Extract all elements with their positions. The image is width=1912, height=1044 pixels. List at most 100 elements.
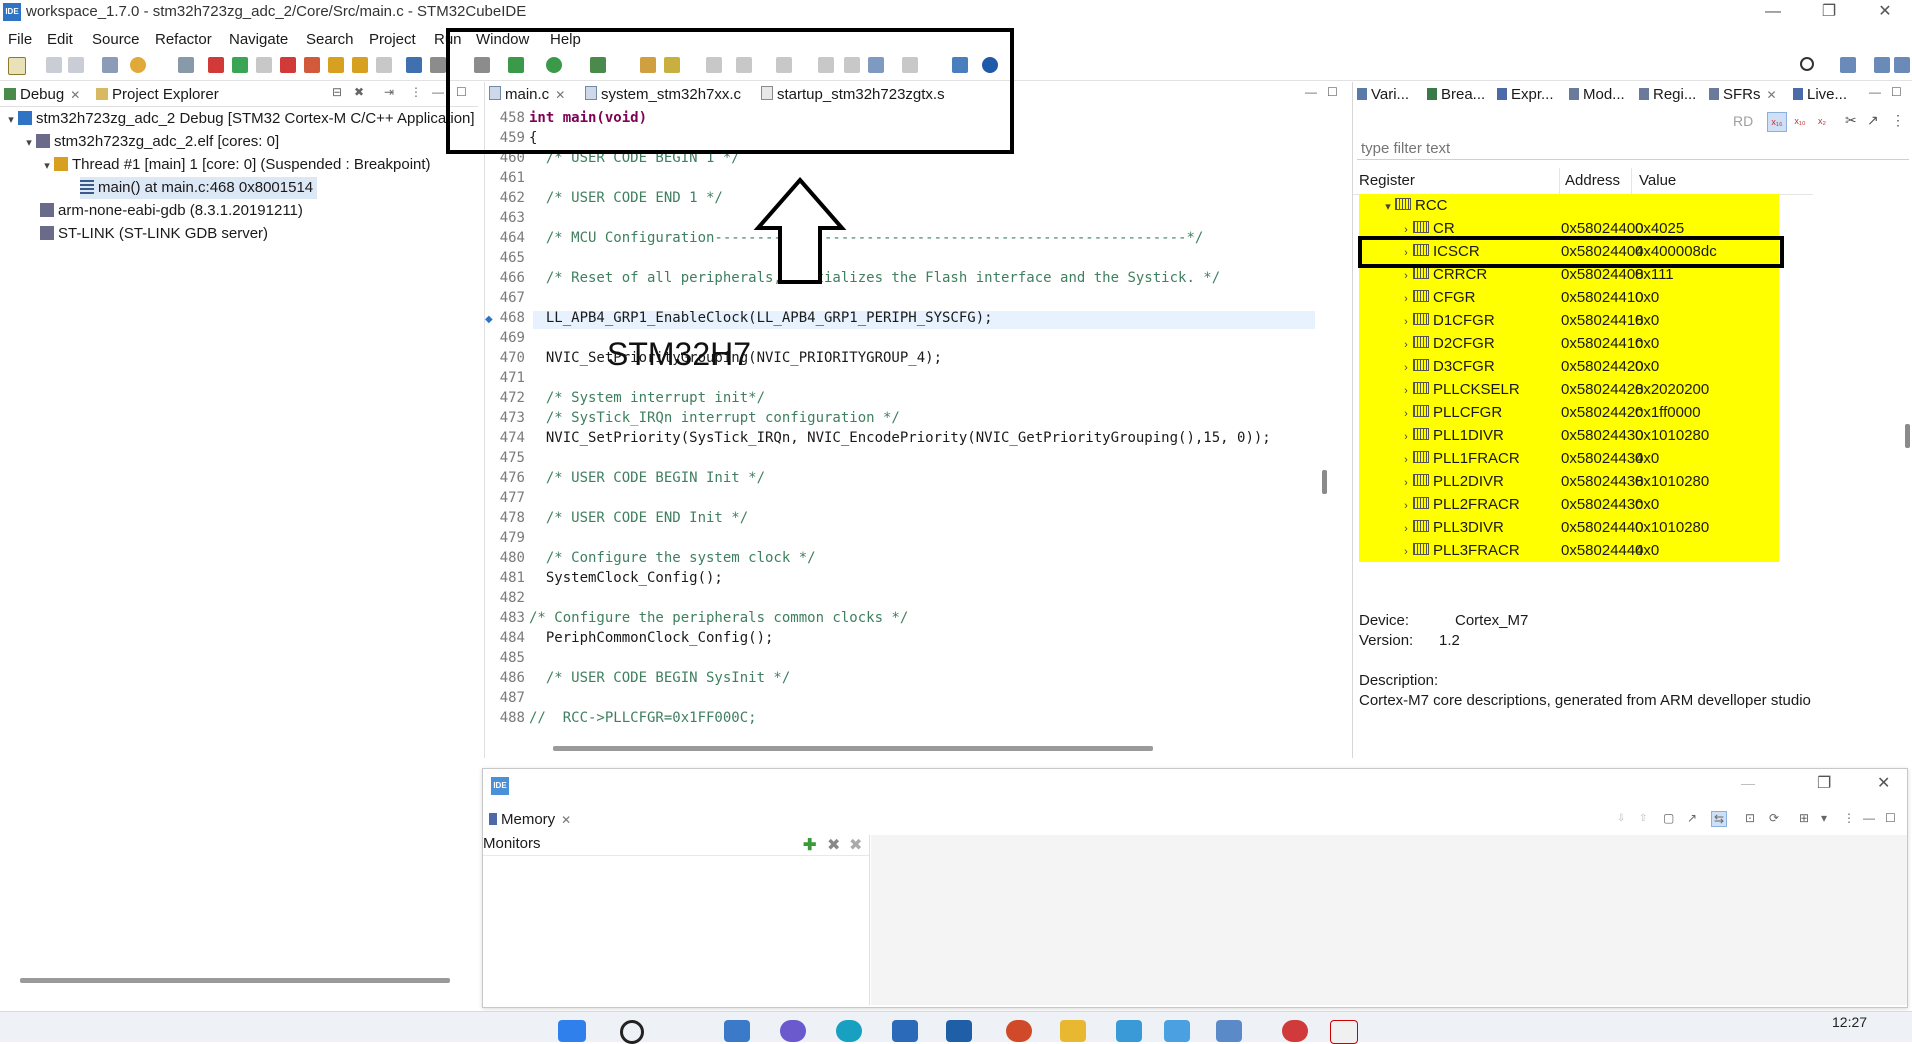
start-icon[interactable]	[558, 1020, 586, 1042]
close-icon[interactable]: ✕	[561, 813, 571, 827]
export-icon[interactable]: ⇧	[1639, 813, 1647, 824]
maximize-view-icon[interactable]: ☐	[1885, 811, 1896, 825]
toggle-split-icon[interactable]: ⊡	[1745, 811, 1755, 825]
chevron-down-icon[interactable]: ▾	[40, 155, 54, 177]
add-monitor-icon[interactable]: ✚	[803, 835, 816, 855]
scroll-thumb[interactable]	[1905, 424, 1910, 448]
sfr-row[interactable]: › PLLCFGR 0x5802442c 0x1ff0000	[1359, 401, 1779, 424]
terminate-icon[interactable]	[280, 57, 296, 73]
chevron-down-icon[interactable]: ▾	[4, 109, 18, 131]
minimize-view-icon[interactable]: —	[1305, 85, 1317, 99]
menu-search[interactable]: Search	[306, 31, 354, 48]
view-menu-icon[interactable]: ⋮	[1843, 811, 1855, 825]
instruction-stepping-icon[interactable]	[406, 57, 422, 73]
tree-item-thread[interactable]: ▾ Thread #1 [main] 1 [core: 0] (Suspended…	[40, 154, 430, 177]
skip-breakpoints-icon[interactable]	[178, 57, 194, 73]
export-icon[interactable]: ↗	[1867, 112, 1879, 129]
open-new-view-icon[interactable]: ↗	[1687, 811, 1697, 825]
sfr-row[interactable]: › PLL1DIVR 0x58024430 0x1010280	[1359, 424, 1779, 447]
new-icon[interactable]	[8, 57, 26, 75]
close-icon[interactable]: ✕	[1767, 88, 1777, 102]
edge-icon[interactable]	[836, 1020, 862, 1042]
menu-refactor[interactable]: Refactor	[155, 31, 212, 48]
chevron-right-icon[interactable]: ›	[1399, 449, 1413, 472]
minimize-view-icon[interactable]: —	[1869, 85, 1881, 99]
filter-input[interactable]	[1357, 138, 1909, 160]
chevron-down-icon[interactable]: ▾	[22, 132, 36, 154]
resume-icon[interactable]	[232, 57, 248, 73]
terminate-relaunch-icon[interactable]	[208, 57, 224, 73]
chevron-right-icon[interactable]: ›	[1399, 334, 1413, 357]
build-icon[interactable]	[102, 57, 118, 73]
tree-item-gdb[interactable]: arm-none-eabi-gdb (8.3.1.20191211)	[40, 200, 303, 222]
cpp-perspective-icon[interactable]	[1894, 57, 1910, 73]
sfr-row[interactable]: › D3CFGR 0x58024420 0x0	[1359, 355, 1779, 378]
vertical-scrollbar[interactable]	[1903, 172, 1911, 552]
link-icon[interactable]: ⇆	[1711, 811, 1728, 827]
import-icon[interactable]: ⇩	[1617, 813, 1625, 824]
chevron-right-icon[interactable]: ›	[1399, 495, 1413, 518]
menu-source[interactable]: Source	[92, 31, 140, 48]
view-menu-icon[interactable]: ⋮	[1891, 112, 1905, 129]
chevron-right-icon[interactable]: ›	[1399, 311, 1413, 334]
search-icon[interactable]	[620, 1020, 644, 1044]
store-icon[interactable]	[892, 1020, 918, 1042]
minimize-view-icon[interactable]: —	[432, 85, 444, 99]
tab-variables[interactable]: Vari...	[1357, 86, 1409, 103]
chevron-right-icon[interactable]: ›	[1399, 518, 1413, 541]
tree-item-stlink[interactable]: ST-LINK (ST-LINK GDB server)	[40, 223, 268, 245]
restore-button[interactable]: ❐	[1806, 0, 1852, 26]
close-icon[interactable]: ✕	[70, 88, 80, 102]
maximize-view-icon[interactable]: ☐	[1327, 85, 1338, 99]
mail-icon[interactable]	[946, 1020, 972, 1042]
sfr-group-row[interactable]: ▾ RCC	[1359, 194, 1779, 217]
chevron-right-icon[interactable]: ›	[1399, 426, 1413, 449]
restore-button[interactable]: ❐	[1817, 773, 1831, 793]
dec-format-icon[interactable]: x₁₀	[1791, 112, 1809, 130]
save-all-icon[interactable]	[68, 57, 84, 73]
teams-icon[interactable]	[780, 1020, 806, 1042]
col-value[interactable]: Value	[1639, 168, 1676, 194]
code-area[interactable]: ◆ 458 int main(void) 459{ 460 /* USER COD…	[485, 108, 1315, 734]
refresh-icon[interactable]: ⟳	[1769, 811, 1779, 825]
col-address[interactable]: Address	[1565, 168, 1620, 194]
taskview-icon[interactable]	[724, 1020, 750, 1042]
tab-expressions[interactable]: Expr...	[1497, 86, 1554, 103]
sfr-row[interactable]: › PLL2DIVR 0x58024438 0x1010280	[1359, 470, 1779, 493]
hex-format-icon[interactable]: x₁₆	[1767, 112, 1787, 132]
step-into-icon[interactable]	[328, 57, 344, 73]
menu-project[interactable]: Project	[369, 31, 416, 48]
remove-terminated-icon[interactable]: ✖	[354, 85, 364, 99]
remove-all-monitors-icon[interactable]: ✖	[849, 835, 862, 855]
scroll-thumb[interactable]	[1322, 470, 1327, 494]
cubeide-icon[interactable]	[1216, 1020, 1242, 1042]
app-icon[interactable]	[1282, 1020, 1308, 1042]
sfr-row[interactable]: › PLL3DIVR 0x58024440 0x1010280	[1359, 516, 1779, 539]
bin-format-icon[interactable]: x₂	[1813, 112, 1831, 130]
horizontal-scrollbar[interactable]	[20, 978, 450, 983]
step-filters-icon[interactable]: ⇥	[384, 85, 394, 99]
tab-live-expressions[interactable]: Live...	[1793, 86, 1847, 103]
tree-item-elf[interactable]: ▾ stm32h723zg_adc_2.elf [cores: 0]	[22, 131, 279, 153]
tree-item-stack-frame[interactable]: main() at main.c:468 0x8001514	[80, 177, 318, 199]
view-menu-icon[interactable]: ⋮	[410, 85, 422, 99]
layout-icon[interactable]: ⊞	[1799, 811, 1809, 825]
perspective-icon[interactable]	[1840, 57, 1856, 73]
remove-monitor-icon[interactable]: ✖	[827, 835, 840, 855]
chevron-right-icon[interactable]: ›	[1399, 472, 1413, 495]
vertical-scrollbar[interactable]	[1320, 112, 1330, 732]
minimize-button[interactable]: —	[1741, 775, 1755, 791]
chrome-icon[interactable]	[1006, 1020, 1032, 1042]
chevron-right-icon[interactable]: ›	[1399, 288, 1413, 311]
tab-registers[interactable]: Regi...	[1639, 86, 1696, 103]
disconnect-icon[interactable]	[304, 57, 320, 73]
menu-edit[interactable]: Edit	[47, 31, 73, 48]
chevron-right-icon[interactable]: ›	[1399, 380, 1413, 403]
maximize-view-icon[interactable]: ☐	[1891, 85, 1902, 99]
sfr-row[interactable]: › PLL2FRACR 0x5802443c 0x0	[1359, 493, 1779, 516]
tab-sfrs[interactable]: SFRs ✕	[1709, 86, 1777, 103]
close-button[interactable]: ✕	[1877, 773, 1890, 793]
sfr-row[interactable]: › D1CFGR 0x58024418 0x0	[1359, 309, 1779, 332]
step-over-icon[interactable]	[352, 57, 368, 73]
collapse-all-icon[interactable]: ⊟	[332, 85, 342, 99]
